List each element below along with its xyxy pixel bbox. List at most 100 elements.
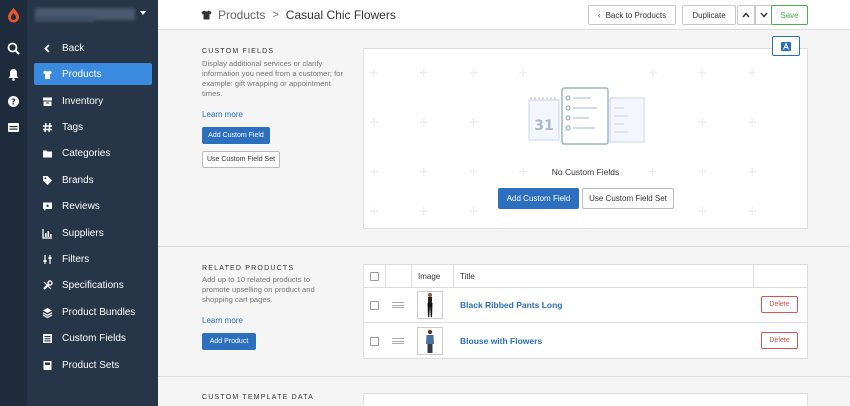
- select-all-checkbox[interactable]: [370, 271, 379, 281]
- row-checkbox[interactable]: [370, 336, 379, 346]
- product-title-link[interactable]: Black Ribbed Pants Long: [460, 300, 563, 310]
- chevron-up-icon: [742, 12, 750, 18]
- related-products-title: RELATED PRODUCTS: [202, 265, 295, 272]
- save-button[interactable]: Save: [771, 5, 808, 25]
- panel-add-custom-field-button[interactable]: Add Custom Field: [498, 188, 579, 209]
- column-header-image: Image: [418, 271, 441, 281]
- sidebar-item-filters[interactable]: Filters: [34, 248, 152, 270]
- custom-fields-description: Display additional services or clarify i…: [202, 59, 343, 98]
- page-header: Products > Casual Chic Flowers ‹ Back to…: [158, 0, 850, 30]
- hashtag-icon: [41, 121, 53, 133]
- filter-icon: [41, 253, 53, 265]
- sidebar-item-product-sets[interactable]: Product Sets: [34, 354, 152, 376]
- custom-fields-illustration: 31: [528, 87, 645, 145]
- store-url-blurred: [35, 16, 95, 22]
- back-to-products-button[interactable]: ‹ Back to Products: [588, 5, 676, 25]
- table-row: Blouse with Flowers Delete: [364, 323, 807, 359]
- breadcrumb-separator: >: [272, 9, 279, 21]
- sidebar-item-label: Specifications: [62, 279, 124, 291]
- panel-use-custom-field-set-button[interactable]: Use Custom Field Set: [582, 188, 674, 209]
- sidebar-item-reviews[interactable]: Reviews: [34, 195, 152, 217]
- custom-template-data-title: CUSTOM TEMPLATE DATA: [202, 394, 315, 401]
- related-products-table: Image Title Black Ribbed Pants Long Dele…: [363, 264, 808, 359]
- book-icon: [41, 359, 53, 371]
- add-custom-field-button[interactable]: Add Custom Field: [202, 127, 270, 144]
- chevron-left-icon: [41, 42, 53, 54]
- breadcrumb-products[interactable]: Products: [218, 8, 265, 22]
- sidebar-item-suppliers[interactable]: Suppliers: [34, 222, 152, 244]
- sidebar-item-custom-fields[interactable]: Custom Fields: [34, 327, 152, 349]
- folder-icon: [41, 147, 53, 159]
- drag-handle-icon[interactable]: [392, 338, 404, 344]
- sidebar-item-label: Inventory: [62, 95, 104, 107]
- sidebar-item-categories[interactable]: Categories: [34, 142, 152, 164]
- sidebar-item-inventory[interactable]: Inventory: [34, 90, 152, 112]
- back-to-products-label: Back to Products: [605, 10, 667, 20]
- sidebar-item-label: Reviews: [62, 200, 100, 212]
- blouse-image: [426, 329, 434, 353]
- sidebar-item-label: Tags: [62, 121, 84, 133]
- column-header-title: Title: [460, 271, 475, 281]
- help-icon[interactable]: ?: [7, 95, 20, 108]
- section-divider: [158, 246, 850, 247]
- comment-icon: [41, 200, 53, 212]
- sidebar: Back Products Inventory Tags Categories …: [27, 0, 158, 406]
- sidebar-item-product-bundles[interactable]: Product Bundles: [34, 301, 152, 323]
- delete-button[interactable]: Delete: [761, 332, 798, 349]
- table-row: Black Ribbed Pants Long Delete: [364, 288, 807, 323]
- calendar-day: 31: [534, 118, 553, 134]
- product-thumbnail: [417, 327, 443, 355]
- section-divider: [158, 376, 850, 377]
- list-icon: [41, 332, 53, 344]
- inventory-icon: [41, 95, 53, 107]
- no-custom-fields-text: No Custom Fields: [551, 167, 620, 177]
- tshirt-icon: [201, 10, 212, 20]
- table-header-row: Image Title: [364, 265, 807, 288]
- pants-image: [427, 293, 433, 317]
- product-title-link[interactable]: Blouse with Flowers: [460, 336, 542, 346]
- custom-template-data-panel: [363, 393, 808, 406]
- drag-handle-icon[interactable]: [392, 302, 404, 308]
- use-custom-field-set-button[interactable]: Use Custom Field Set: [202, 151, 280, 168]
- tag-icon: [41, 174, 53, 186]
- custom-fields-panel: 31 No Custom Fields Add Custom Field Use…: [363, 48, 808, 229]
- sidebar-item-products[interactable]: Products: [34, 63, 152, 85]
- sidebar-item-specifications[interactable]: Specifications: [34, 274, 152, 296]
- brand-logo-icon[interactable]: [6, 7, 21, 23]
- chart-icon: [41, 227, 53, 239]
- sidebar-item-label: Brands: [62, 174, 94, 186]
- layers-icon: [41, 306, 53, 318]
- custom-fields-learn-more-link[interactable]: Learn more: [202, 110, 243, 119]
- related-products-description: Add up to 10 related products to promote…: [202, 275, 315, 304]
- add-product-button[interactable]: Add Product: [202, 333, 256, 350]
- caret-down-icon[interactable]: [140, 11, 146, 15]
- sidebar-item-label: Product Sets: [62, 359, 120, 371]
- sidebar-item-label: Suppliers: [62, 227, 104, 239]
- sidebar-item-label: Back: [62, 42, 85, 54]
- chevron-down-icon: [760, 12, 768, 18]
- page-title: Casual Chic Flowers: [285, 8, 396, 22]
- breadcrumb: Products > Casual Chic Flowers: [201, 8, 396, 22]
- accessibility-widget-button[interactable]: [772, 36, 800, 56]
- sidebar-item-label: Categories: [62, 147, 111, 159]
- tshirt-icon: [41, 68, 53, 80]
- storefront-icon[interactable]: [7, 121, 20, 134]
- delete-button[interactable]: Delete: [761, 296, 798, 313]
- bell-icon[interactable]: [7, 68, 20, 81]
- icon-rail: ?: [0, 0, 27, 406]
- sidebar-item-label: Custom Fields: [62, 332, 126, 344]
- search-icon[interactable]: [7, 42, 20, 55]
- sidebar-item-label: Product Bundles: [62, 306, 136, 318]
- sidebar-item-label: Products: [62, 68, 102, 80]
- sidebar-item-brands[interactable]: Brands: [34, 169, 152, 191]
- sidebar-item-back[interactable]: Back: [34, 37, 152, 59]
- svg-text:?: ?: [11, 98, 16, 107]
- duplicate-button[interactable]: Duplicate: [682, 5, 736, 25]
- related-products-learn-more-link[interactable]: Learn more: [202, 316, 243, 325]
- sidebar-item-tags[interactable]: Tags: [34, 116, 152, 138]
- previous-product-button[interactable]: [737, 5, 755, 25]
- product-thumbnail: [417, 291, 443, 319]
- row-checkbox[interactable]: [370, 300, 379, 310]
- font-size-icon: [781, 41, 791, 51]
- chevron-left-icon: ‹: [597, 10, 601, 20]
